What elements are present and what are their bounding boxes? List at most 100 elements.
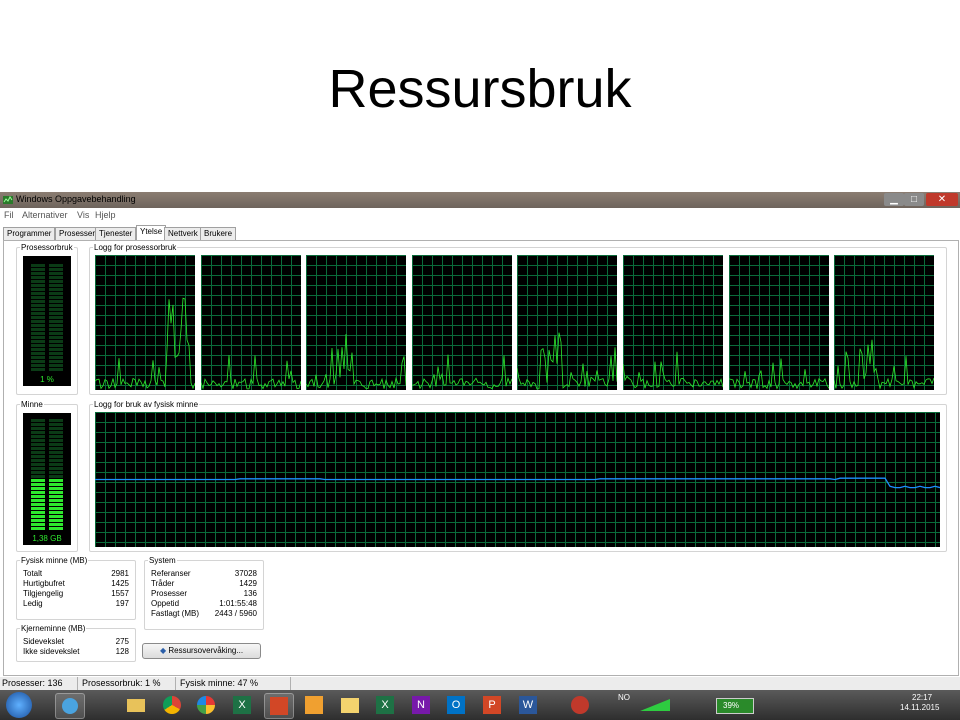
memory-history-trace [95, 477, 940, 489]
battery-icon[interactable]: 39% [716, 698, 754, 714]
stat-key: Fastlagt (MB) [151, 609, 200, 618]
stat-key: Sidevekslet [23, 637, 64, 646]
system-group: System Referanser 37028 Tråder 1429 Proses… [144, 556, 264, 630]
cpu-trace [200, 355, 301, 390]
stat-row: Tråder 1429 [151, 579, 257, 589]
meter-segment [49, 507, 63, 510]
meter-segment [31, 455, 45, 458]
clock-time[interactable]: 22:17 [912, 693, 932, 702]
meter-segment [31, 423, 45, 426]
meter-segment [49, 296, 63, 299]
cpu-trace [728, 358, 829, 390]
meter-segment [49, 495, 63, 498]
meter-segment [49, 304, 63, 307]
network-app-icon[interactable] [55, 693, 85, 719]
meter-segment [49, 324, 63, 327]
meter-segment [49, 332, 63, 335]
cpu-history-label: Logg for prosessorbruk [93, 243, 178, 252]
performance-panel: Prosessorbruk 1 % Logg for prosessorbruk… [3, 240, 959, 676]
meter-segment [49, 356, 63, 359]
close-button[interactable]: ✕ [926, 193, 958, 206]
excel-icon[interactable]: X [371, 693, 399, 717]
meter-segment [31, 296, 45, 299]
tab-programmer[interactable]: Programmer [3, 227, 56, 240]
outlook-icon[interactable]: O [442, 693, 470, 717]
meter-segment [31, 511, 45, 514]
meter-segment [31, 304, 45, 307]
picasa-icon[interactable] [192, 693, 220, 717]
meter-segment [31, 340, 45, 343]
cpu-core-graph [411, 255, 512, 390]
memory-usage-group: Minne 1,38 GB [16, 400, 78, 552]
meter-segment [49, 348, 63, 351]
meter-segment [31, 332, 45, 335]
powerpoint-viewer-icon[interactable] [264, 693, 294, 719]
file-explorer-icon[interactable] [122, 693, 150, 717]
meter-segment [49, 292, 63, 295]
meter-segment [49, 264, 63, 267]
maximize-button[interactable]: □ [904, 193, 924, 206]
cpu-core-graph [95, 255, 195, 390]
meter-segment [49, 364, 63, 367]
cpu-core-graph [306, 255, 407, 390]
meter-segment [31, 475, 45, 478]
powerpoint-icon[interactable]: P [478, 693, 506, 717]
menu-fil[interactable]: Fil [4, 210, 14, 220]
language-indicator[interactable]: NO [618, 693, 630, 702]
meter-segment [31, 284, 45, 287]
meter-segment [49, 320, 63, 323]
clock-date[interactable]: 14.11.2015 [900, 703, 939, 712]
cpu-usage-meter: 1 % [23, 256, 71, 386]
resource-monitor-button[interactable]: ◆ Ressursovervåking... [142, 643, 261, 659]
meter-segment [49, 455, 63, 458]
cpu-trace [834, 339, 935, 390]
start-orb-icon[interactable] [6, 692, 32, 718]
word-icon[interactable]: W [514, 693, 542, 717]
start-screen-icon[interactable] [300, 693, 328, 717]
meter-segment [31, 467, 45, 470]
status-memory: Fysisk minne: 47 % [180, 678, 259, 688]
tab-ytelse[interactable]: Ytelse [136, 225, 167, 240]
menu-vis[interactable]: Vis [77, 210, 89, 220]
meter-segment [31, 479, 45, 482]
meter-segment [31, 300, 45, 303]
stat-key: Tråder [151, 579, 175, 588]
meter-segment [49, 272, 63, 275]
stat-key: Tilgjengelig [23, 589, 64, 598]
stat-key: Prosesser [151, 589, 188, 598]
meter-segment [31, 503, 45, 506]
meter-segment [31, 471, 45, 474]
stat-value: 2443 / 5960 [214, 609, 257, 618]
excel-icon[interactable]: X [228, 693, 256, 717]
minimize-button[interactable]: ▁ [884, 193, 904, 206]
stat-value: 1425 [111, 579, 129, 588]
tab-prosesser[interactable]: Prosesser [55, 227, 100, 240]
tab-brukere[interactable]: Brukere [200, 227, 237, 240]
meter-segment [31, 324, 45, 327]
meter-segment [31, 328, 45, 331]
menu-alternativer[interactable]: Alternativer [22, 210, 68, 220]
tab-tjenester[interactable]: Tjenester [95, 227, 137, 240]
stat-row: Sidevekslet 275 [23, 637, 129, 647]
folder-icon[interactable] [336, 693, 364, 717]
meter-segment [49, 368, 63, 371]
cpu-trace [95, 297, 195, 390]
chrome-icon[interactable] [158, 693, 186, 717]
onenote-icon[interactable]: N [407, 693, 435, 717]
meter-segment [31, 308, 45, 311]
shield-icon: ◆ [159, 646, 167, 655]
stat-value: 128 [115, 647, 129, 656]
meter-segment [49, 360, 63, 363]
meter-segment [49, 443, 63, 446]
title-bar[interactable]: Windows Oppgavebehandling ▁ □ ✕ [0, 192, 960, 208]
meter-segment [31, 483, 45, 486]
stat-row: Ikke sidevekslet 128 [23, 647, 129, 657]
signal-icon[interactable] [640, 699, 670, 711]
crossover-icon[interactable] [566, 693, 594, 717]
meter-segment [31, 515, 45, 518]
taskbar: X X N O P W NO 39% 22:17 14.11.2015 [0, 690, 960, 720]
menu-hjelp[interactable]: Hjelp [95, 210, 116, 220]
meter-segment [49, 483, 63, 486]
tab-nettverk[interactable]: Nettverk [164, 227, 202, 240]
meter-segment [31, 348, 45, 351]
